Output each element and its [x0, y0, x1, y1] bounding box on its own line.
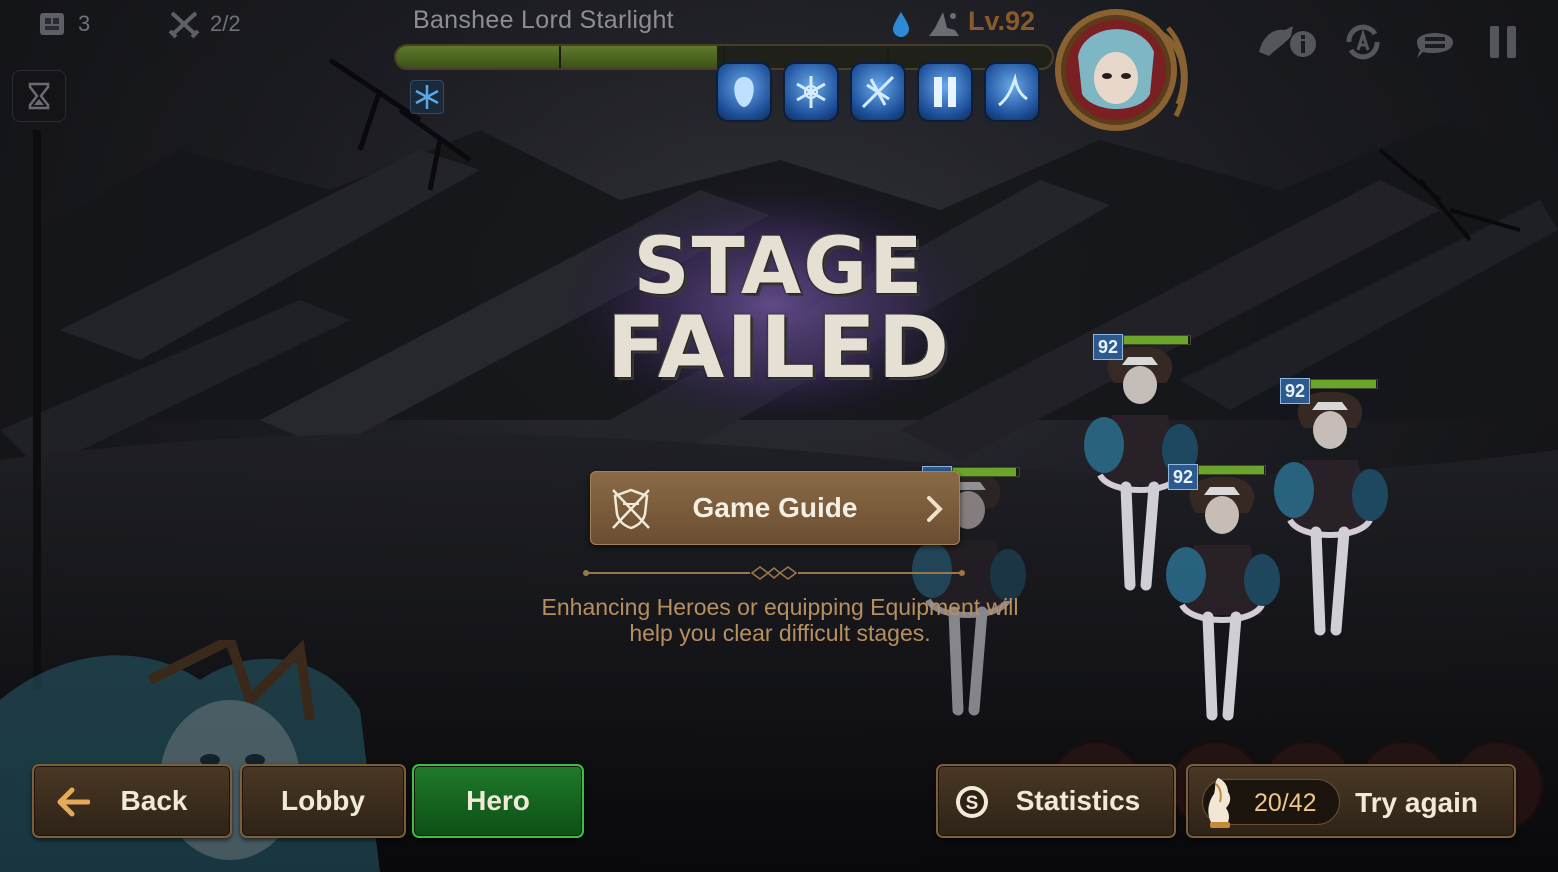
lobby-button[interactable]: Lobby — [240, 764, 406, 838]
enemy-unit-4[interactable] — [1274, 391, 1388, 636]
arrow-left-icon — [57, 787, 90, 817]
lobby-label: Lobby — [281, 785, 365, 816]
enemy-layer — [912, 346, 1388, 721]
chevron-right-icon — [927, 496, 943, 522]
enemy-unit-3[interactable] — [1166, 476, 1280, 721]
hint-text: Enhancing Heroes or equipping Equipment … — [541, 594, 1019, 646]
game-guide-label: Game Guide — [692, 492, 858, 523]
hero-label: Hero — [466, 785, 530, 816]
game-guide-button[interactable]: Game Guide — [590, 471, 960, 545]
statistics-label: Statistics — [1015, 785, 1141, 816]
statistics-icon: S — [956, 786, 988, 818]
enemy-level-badge: 92 — [1168, 464, 1198, 490]
hero-button[interactable]: Hero — [412, 764, 584, 838]
ornament-divider — [583, 566, 965, 580]
svg-text:S: S — [966, 793, 979, 814]
energy-horse-icon — [1208, 778, 1231, 828]
back-label: Back — [120, 785, 188, 816]
enemy-hp-fill — [1199, 466, 1264, 474]
stage-failed-title-line2: FAILED — [606, 298, 952, 398]
try-again-label: Try again — [1355, 787, 1478, 818]
enemy-hp-bar — [1198, 465, 1266, 475]
try-again-button[interactable]: 20/42 Try again — [1186, 764, 1516, 838]
energy-counter: 20/42 — [1254, 789, 1317, 817]
statistics-button[interactable]: S Statistics — [936, 764, 1176, 838]
enemy-hp-fill — [953, 468, 1016, 476]
back-button[interactable]: Back — [32, 764, 232, 838]
enemy-hp-bar — [952, 467, 1020, 477]
